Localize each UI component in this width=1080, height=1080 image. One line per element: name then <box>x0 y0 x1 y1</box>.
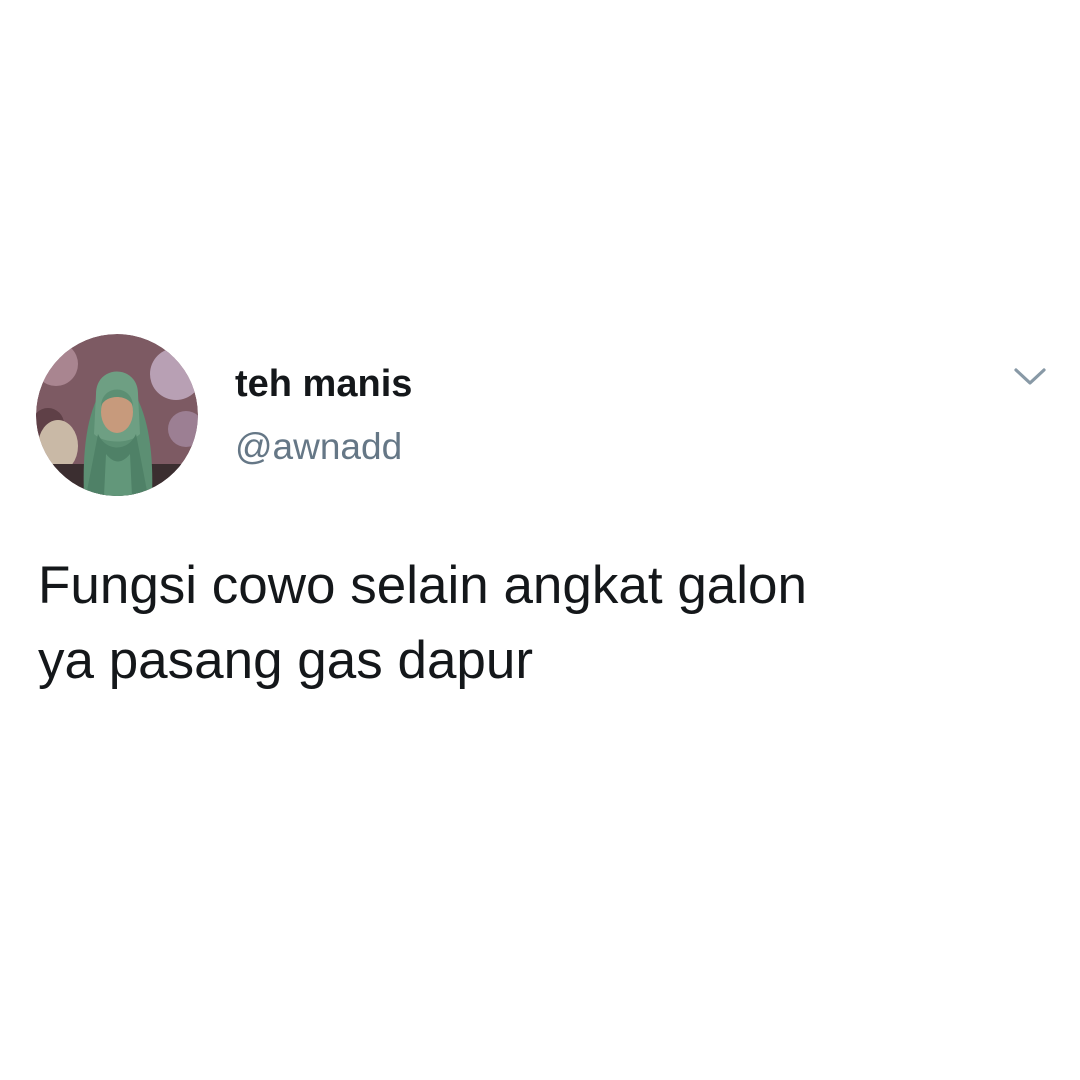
tweet-text: Fungsi cowo selain angkat galon ya pasan… <box>38 548 1048 698</box>
avatar[interactable] <box>36 334 198 496</box>
display-name[interactable]: teh manis <box>235 361 412 407</box>
user-handle[interactable]: @awnadd <box>235 424 402 470</box>
tweet-card[interactable]: teh manis @awnadd Fungsi cowo selain ang… <box>0 308 1080 778</box>
chevron-down-icon <box>1014 368 1046 385</box>
tweet-menu-button[interactable] <box>1010 364 1050 390</box>
tweet-text-line: ya pasang gas dapur <box>38 631 534 690</box>
tweet-text-line: Fungsi cowo selain angkat galon <box>38 556 807 615</box>
avatar-image <box>36 334 198 496</box>
page: teh manis @awnadd Fungsi cowo selain ang… <box>0 0 1080 1080</box>
